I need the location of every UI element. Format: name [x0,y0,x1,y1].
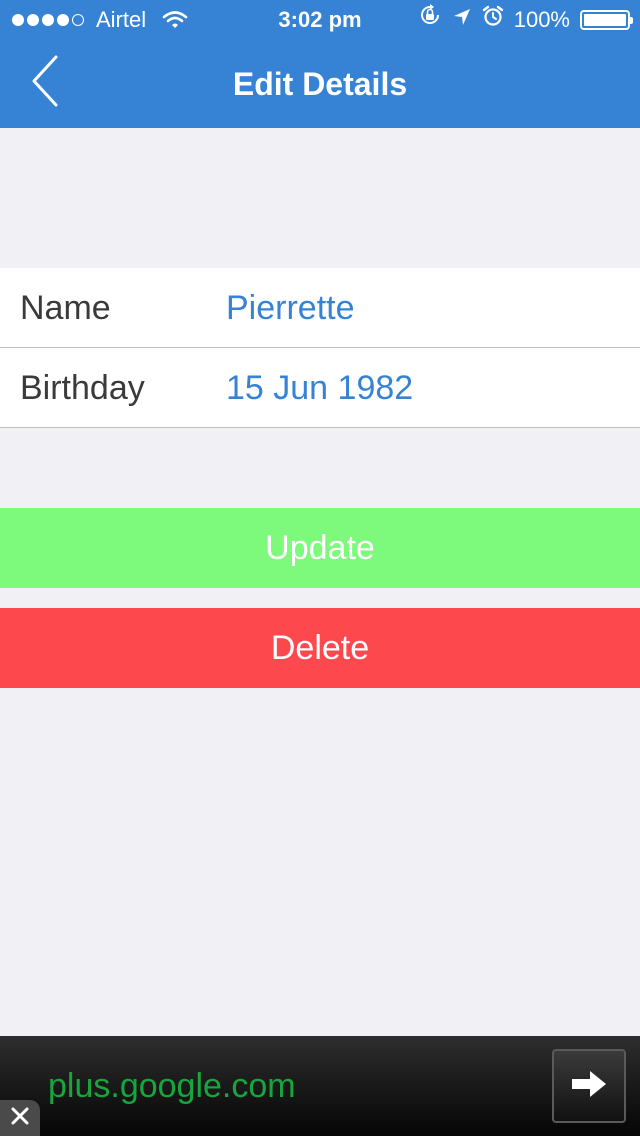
name-label: Name [20,289,111,327]
orientation-lock-icon [418,0,442,40]
details-form: Name Pierrette Birthday 15 Jun 1982 [0,268,640,428]
status-bar: Airtel 3:02 pm 100% [0,0,640,40]
battery-icon [580,10,633,30]
ad-open-button[interactable] [552,1049,626,1123]
alarm-icon [482,0,504,40]
arrow-right-icon [570,1068,608,1105]
name-field[interactable]: Pierrette [226,268,355,348]
battery-fill [584,14,626,26]
close-icon [11,1107,29,1130]
form-row-name[interactable]: Name Pierrette [0,268,640,348]
birthday-field[interactable]: 15 Jun 1982 [226,348,413,428]
ad-banner[interactable]: plus.google.com [0,1036,640,1136]
status-right: 100% [418,0,633,40]
battery-percent: 100% [513,7,570,32]
form-row-birthday[interactable]: Birthday 15 Jun 1982 [0,348,640,428]
location-icon [452,0,472,40]
birthday-label: Birthday [20,369,145,407]
edit-details-screen: Airtel 3:02 pm 100% Edit Details Name Pi… [0,0,640,1136]
ad-close-button[interactable] [0,1100,40,1136]
update-button[interactable]: Update [0,508,640,588]
nav-header: Airtel 3:02 pm 100% Edit Details [0,0,640,128]
delete-button[interactable]: Delete [0,608,640,688]
page-title: Edit Details [232,66,408,102]
ad-link-text[interactable]: plus.google.com [48,1064,296,1108]
